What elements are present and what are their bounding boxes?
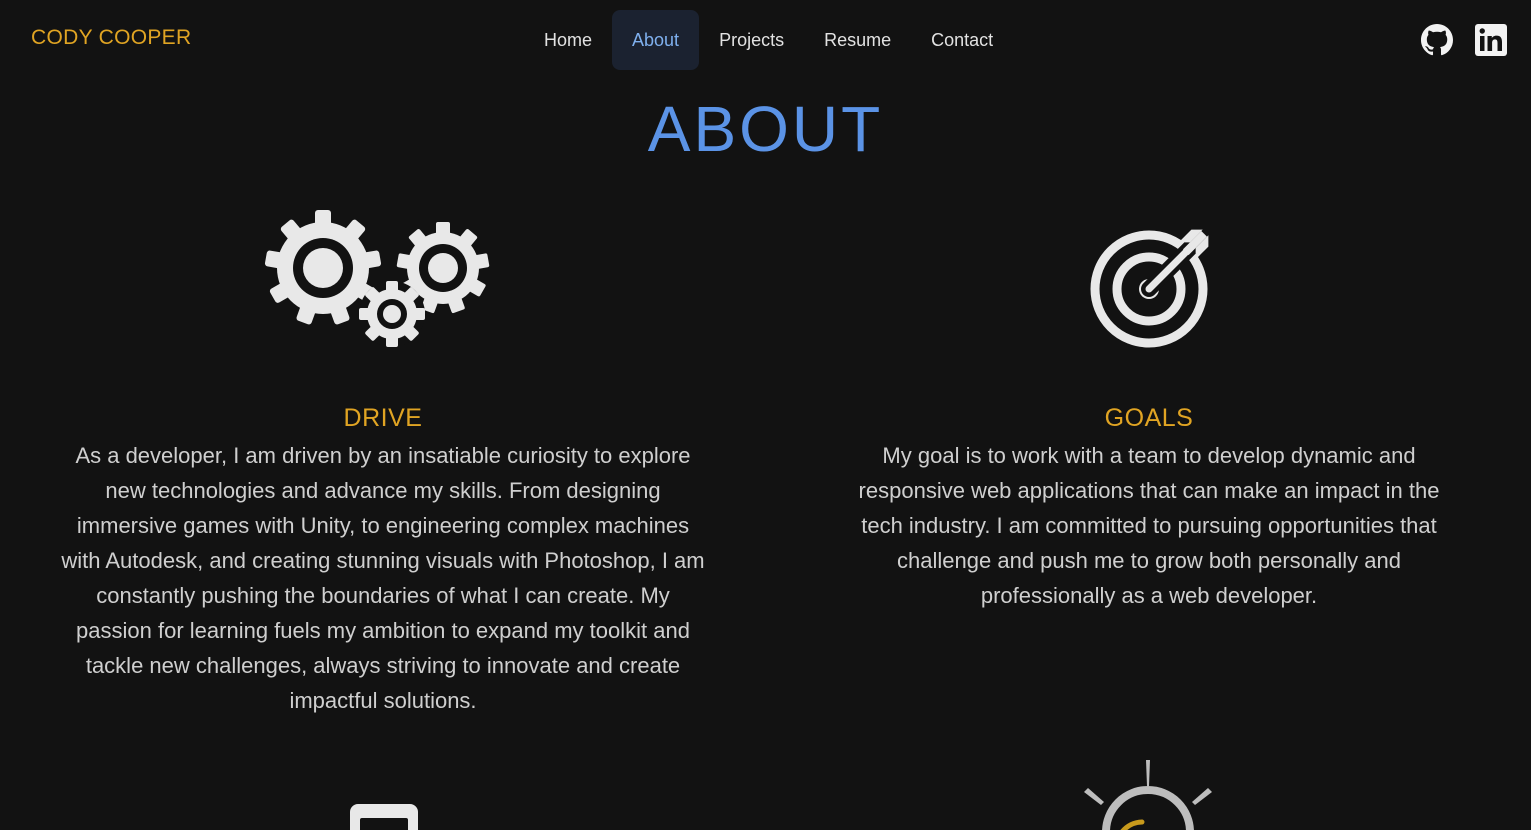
about-page: CODY COOPER Home About Projects Resume C… (0, 0, 1531, 830)
goals-icon-box (1086, 224, 1216, 352)
drive-heading: DRIVE (343, 404, 423, 432)
nav-projects[interactable]: Projects (699, 10, 804, 70)
target-arrow-icon (1090, 229, 1209, 348)
next-right-icon-box (1078, 756, 1218, 830)
nav-about[interactable]: About (612, 10, 700, 70)
page-title: ABOUT (647, 93, 884, 165)
brand-logo[interactable]: CODY COOPER (31, 26, 191, 50)
nav-contact[interactable]: Contact (911, 10, 1013, 70)
goals-text: My goal is to work with a team to develo… (858, 443, 1440, 608)
main-nav: Home About Projects Resume Contact (524, 10, 1013, 70)
github-icon (1421, 24, 1453, 56)
github-link[interactable] (1420, 22, 1454, 58)
drive-text: As a developer, I am driven by an insati… (61, 443, 705, 713)
linkedin-icon (1475, 24, 1507, 56)
nav-home[interactable]: Home (524, 10, 612, 70)
goals-heading: GOALS (1104, 404, 1194, 432)
gears-icon (264, 210, 490, 347)
next-left-icon-box (346, 800, 422, 830)
drive-icon-box (262, 208, 490, 350)
lightbulb-icon (1084, 760, 1212, 830)
linkedin-link[interactable] (1474, 22, 1508, 58)
device-icon (350, 804, 418, 830)
nav-resume[interactable]: Resume (804, 10, 911, 70)
